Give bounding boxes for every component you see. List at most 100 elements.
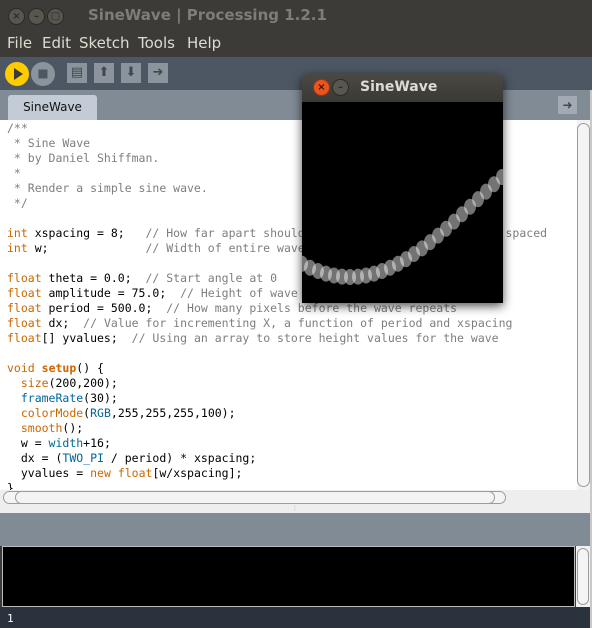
minimize-window-button[interactable]: – (28, 8, 45, 25)
code-token: colorMode (20, 406, 84, 420)
play-icon (14, 68, 23, 80)
code-line: float dx; // Value for incrementing X, a… (7, 316, 547, 331)
code-token: w; (27, 241, 146, 255)
tab-menu-button[interactable]: ➜ (558, 96, 577, 114)
code-token: amplitude = 75.0; (41, 286, 181, 300)
code-token: dx = ( (7, 451, 63, 465)
menu-sketch[interactable]: Sketch (79, 34, 130, 52)
code-line: frameRate(30); (7, 391, 547, 406)
code-line: w = width+16; (7, 436, 547, 451)
splitter-handle[interactable]: ⋮ (0, 505, 590, 513)
code-token: TWO_PI (62, 451, 104, 465)
menu-edit[interactable]: Edit (42, 34, 71, 52)
code-token: yvalues = (7, 466, 91, 480)
code-token: // Width of entire wave (145, 241, 305, 255)
code-token: size (20, 376, 49, 390)
code-line: } (7, 481, 547, 490)
code-token: ,255,255,255,100); (110, 406, 236, 420)
menu-tools[interactable]: Tools (138, 34, 175, 52)
code-token: dx; (41, 316, 84, 330)
arrow-right-icon: ➜ (562, 98, 573, 112)
code-token: theta = 0.0; (41, 271, 146, 285)
code-token: [w/xspacing]; (152, 466, 243, 480)
export-button[interactable]: ➜ (148, 63, 168, 83)
new-file-icon: ▤ (70, 65, 84, 80)
code-token: w = (7, 436, 49, 450)
code-token: // Using an array to store height values… (131, 331, 499, 345)
code-token: float (7, 331, 42, 345)
code-token: } (7, 481, 14, 490)
console[interactable] (2, 546, 575, 607)
new-button[interactable]: ▤ (67, 63, 87, 83)
code-token: smooth (20, 421, 63, 435)
code-line: void setup() { (7, 361, 547, 376)
code-token: new (90, 466, 111, 480)
sketch-window[interactable]: × – SineWave (302, 74, 503, 303)
code-token: setup (41, 361, 77, 375)
scrollbar-thumb[interactable] (577, 548, 589, 605)
code-token: int (7, 226, 28, 240)
code-token: float (7, 271, 42, 285)
code-token: float (7, 301, 42, 315)
menu-file[interactable]: File (7, 34, 32, 52)
message-area (0, 513, 590, 546)
code-token: * Sine Wave (7, 136, 91, 150)
code-token: xspacing = 8; (27, 226, 146, 240)
stop-icon (38, 69, 48, 79)
menu-bar: File Edit Sketch Tools Help (0, 32, 592, 57)
tab-sinewave[interactable]: SineWave (8, 95, 97, 120)
arrow-down-icon: ⬇ (125, 65, 137, 80)
code-token: / period) * xspacing; (103, 451, 257, 465)
open-button[interactable]: ⬆ (94, 63, 114, 83)
code-token: float (7, 316, 42, 330)
sketch-title: SineWave (360, 79, 438, 95)
code-token: // Value for incrementing X, a function … (83, 316, 513, 330)
scrollbar-thumb[interactable] (15, 491, 495, 504)
code-token: width (48, 436, 84, 450)
sketch-canvas[interactable] (302, 102, 503, 303)
code-token: void (7, 361, 35, 375)
code-line: float[] yvalues; // Using an array to st… (7, 331, 547, 346)
console-scrollbar[interactable] (576, 546, 590, 607)
stop-button[interactable] (31, 62, 55, 86)
code-token: (); (62, 421, 84, 435)
code-token: period = 500.0; (41, 301, 167, 315)
save-button[interactable]: ⬇ (121, 63, 141, 83)
code-line: float period = 500.0; // How many pixels… (7, 301, 547, 316)
sketch-minimize-button[interactable]: – (332, 79, 349, 96)
toolbar (0, 57, 592, 90)
scrollbar-thumb[interactable] (577, 123, 590, 487)
horizontal-scrollbar[interactable] (0, 490, 590, 505)
code-token: float (117, 466, 153, 480)
run-button[interactable] (5, 62, 29, 86)
code-line: dx = (TWO_PI / period) * xspacing; (7, 451, 547, 466)
code-token: // Start angle at 0 (145, 271, 278, 285)
close-window-button[interactable]: × (8, 8, 25, 25)
maximize-window-button[interactable]: □ (47, 8, 64, 25)
code-token: int (7, 241, 28, 255)
code-line: yvalues = new float[w/xspacing]; (7, 466, 547, 481)
code-token: (200,200); (48, 376, 118, 390)
code-token: // How many pixels before the wave repea… (166, 301, 458, 315)
sketch-close-button[interactable]: × (313, 79, 330, 96)
menu-help[interactable]: Help (187, 34, 221, 52)
code-token: float (7, 286, 42, 300)
code-token: /** (7, 121, 28, 135)
code-token: // Height of wave (180, 286, 298, 300)
window-title: SineWave | Processing 1.2.1 (88, 6, 327, 24)
status-line-number: 1 (0, 607, 592, 628)
sketch-title-bar: × – SineWave (302, 74, 503, 102)
vertical-scrollbar[interactable] (577, 120, 590, 490)
code-line: colorMode(RGB,255,255,255,100); (7, 406, 547, 421)
code-line: smooth(); (7, 421, 547, 436)
code-token: frameRate (20, 391, 84, 405)
code-token: * by Daniel Shiffman. (7, 151, 160, 165)
code-token: * (7, 166, 21, 180)
export-icon: ➜ (152, 65, 164, 80)
